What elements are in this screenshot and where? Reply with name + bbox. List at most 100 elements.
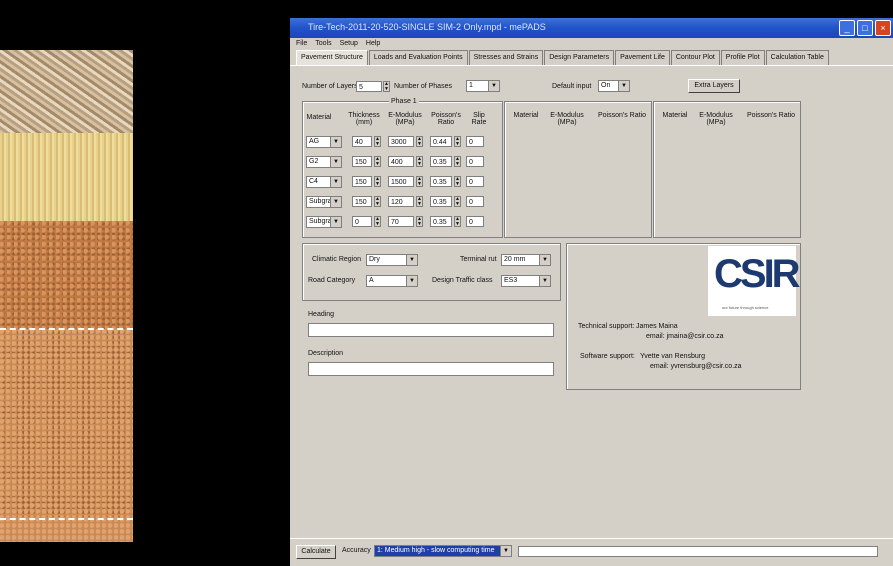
material-select[interactable]: Subgra ▼ — [306, 216, 342, 228]
slip-input[interactable]: 0 — [466, 216, 484, 227]
maximize-button[interactable]: □ — [857, 20, 873, 36]
thickness-input[interactable]: 40 — [352, 136, 372, 147]
phases-select[interactable]: 1 ▼ — [466, 80, 500, 92]
slip-input[interactable]: 0 — [466, 176, 484, 187]
software-support-label: Software support: — [580, 353, 635, 360]
heading-label: Heading — [308, 311, 335, 318]
emodulus-spinner[interactable]: ▲ ▼ — [416, 216, 423, 227]
phase3-group: Material E-Modulus (MPa) Poisson's Ratio — [653, 101, 801, 238]
poisson-spinner[interactable]: ▲ ▼ — [454, 196, 461, 207]
phase3-col-material: Material — [662, 112, 688, 119]
emodulus-spinner[interactable]: ▲ ▼ — [416, 196, 423, 207]
poisson-spinner[interactable]: ▲ ▼ — [454, 216, 461, 227]
thickness-input[interactable]: 150 — [352, 176, 372, 187]
csir-logo: CSIR our future through science — [708, 246, 801, 316]
material-select[interactable]: AG ▼ — [306, 136, 342, 148]
chevron-down-icon: ▼ — [406, 255, 417, 265]
poisson-input[interactable]: 0.35 — [430, 176, 452, 187]
chevron-down-icon: ▼ — [330, 157, 341, 167]
poisson-input[interactable]: 0.35 — [430, 216, 452, 227]
col-thickness: Thickness (mm) — [348, 112, 380, 126]
terminal-rut-label: Terminal rut — [460, 256, 497, 263]
thickness-spinner[interactable]: ▲ ▼ — [374, 176, 381, 187]
material-value: Subgra — [309, 198, 332, 205]
slip-input[interactable]: 0 — [466, 136, 484, 147]
poisson-spinner[interactable]: ▲ ▼ — [454, 176, 461, 187]
thickness-spinner[interactable]: ▲ ▼ — [374, 156, 381, 167]
thickness-spinner[interactable]: ▲ ▼ — [374, 196, 381, 207]
tab-contour-plot[interactable]: Contour Plot — [670, 50, 720, 65]
material-select[interactable]: G2 ▼ — [306, 156, 342, 168]
material-select[interactable]: Subgra ▼ — [306, 196, 342, 208]
chevron-down-icon: ▼ — [330, 177, 341, 187]
description-input[interactable] — [308, 362, 554, 376]
window-title: Tire-Tech-2011-20-520-SINGLE SIM-2 Only.… — [308, 22, 546, 32]
climatic-region-value: Dry — [369, 256, 380, 263]
thickness-input[interactable]: 0 — [352, 216, 372, 227]
software-support-email[interactable]: email: yvrensburg@csir.co.za — [650, 363, 742, 370]
chevron-down-icon: ▼ — [406, 276, 417, 286]
slip-input[interactable]: 0 — [466, 196, 484, 207]
layers-label: Number of Layers — [302, 83, 358, 90]
menu-help[interactable]: Help — [366, 38, 380, 50]
road-category-select[interactable]: A ▼ — [366, 275, 418, 287]
emodulus-spinner[interactable]: ▲ ▼ — [416, 156, 423, 167]
poisson-spinner[interactable]: ▲ ▼ — [454, 136, 461, 147]
tab-pavement-structure[interactable]: Pavement Structure — [296, 50, 368, 65]
phase2-col-emodulus: E-Modulus (MPa) — [550, 112, 584, 126]
emodulus-spinner[interactable]: ▲ ▼ — [416, 176, 423, 187]
poisson-spinner[interactable]: ▲ ▼ — [454, 156, 461, 167]
slip-input[interactable]: 0 — [466, 156, 484, 167]
pavement-layers-image — [0, 0, 133, 565]
tech-support-email[interactable]: email: jmaina@csir.co.za — [646, 333, 724, 340]
layers-input[interactable]: 5 — [356, 81, 382, 92]
emodulus-spinner[interactable]: ▲ ▼ — [416, 136, 423, 147]
terminal-rut-value: 20 mm — [504, 256, 526, 263]
tab-pavement-life[interactable]: Pavement Life — [615, 50, 670, 65]
emodulus-input[interactable]: 3000 — [388, 136, 414, 147]
poisson-input[interactable]: 0.35 — [430, 196, 452, 207]
layers-spinner[interactable]: ▲ ▼ — [383, 81, 390, 92]
phase1-title: Phase 1 — [389, 98, 419, 105]
status-bar: Calculate Accuracy 1: Medium high - slow… — [290, 538, 893, 566]
poisson-input[interactable]: 0.35 — [430, 156, 452, 167]
tab-strip: Pavement Structure Loads and Evaluation … — [290, 50, 893, 66]
chevron-down-icon: ▼ — [539, 276, 550, 286]
climatic-region-select[interactable]: Dry ▼ — [366, 254, 418, 266]
thickness-spinner[interactable]: ▲ ▼ — [374, 136, 381, 147]
traffic-class-select[interactable]: ES3 ▼ — [501, 275, 551, 287]
climatic-region-label: Climatic Region — [312, 256, 362, 263]
terminal-rut-select[interactable]: 20 mm ▼ — [501, 254, 551, 266]
tab-stresses[interactable]: Stresses and Strains — [468, 50, 544, 65]
layer-boundary-dash — [0, 328, 133, 330]
menu-tools[interactable]: Tools — [315, 38, 331, 50]
tab-loads[interactable]: Loads and Evaluation Points — [368, 50, 468, 65]
subgrade-bottom-layer — [0, 517, 133, 542]
poisson-input[interactable]: 0.44 — [430, 136, 452, 147]
material-value: AG — [309, 138, 320, 145]
tab-calculation-table[interactable]: Calculation Table — [765, 50, 829, 65]
chevron-down-icon: ▼ — [500, 546, 511, 556]
heading-input[interactable] — [308, 323, 554, 337]
minimize-button[interactable]: _ — [839, 20, 855, 36]
extra-layers-button[interactable]: Extra Layers — [688, 79, 740, 93]
chevron-down-icon: ▼ — [330, 197, 341, 207]
calculate-button[interactable]: Calculate — [296, 545, 336, 559]
default-input-select[interactable]: On ▼ — [598, 80, 630, 92]
menu-file[interactable]: File — [296, 38, 307, 50]
thickness-spinner[interactable]: ▲ ▼ — [374, 216, 381, 227]
emodulus-input[interactable]: 400 — [388, 156, 414, 167]
tab-design-parameters[interactable]: Design Parameters — [544, 50, 615, 65]
emodulus-input[interactable]: 1500 — [388, 176, 414, 187]
title-bar[interactable]: Tire-Tech-2011-20-520-SINGLE SIM-2 Only.… — [290, 18, 893, 38]
menu-setup[interactable]: Setup — [340, 38, 358, 50]
thickness-input[interactable]: 150 — [352, 156, 372, 167]
emodulus-input[interactable]: 120 — [388, 196, 414, 207]
emodulus-input[interactable]: 70 — [388, 216, 414, 227]
accuracy-select[interactable]: 1: Medium high - slow computing time ▼ — [374, 545, 512, 557]
close-button[interactable]: × — [875, 20, 891, 36]
material-select[interactable]: C4 ▼ — [306, 176, 342, 188]
tab-profile-plot[interactable]: Profile Plot — [720, 50, 765, 65]
subgrade-layer — [0, 329, 133, 517]
thickness-input[interactable]: 150 — [352, 196, 372, 207]
